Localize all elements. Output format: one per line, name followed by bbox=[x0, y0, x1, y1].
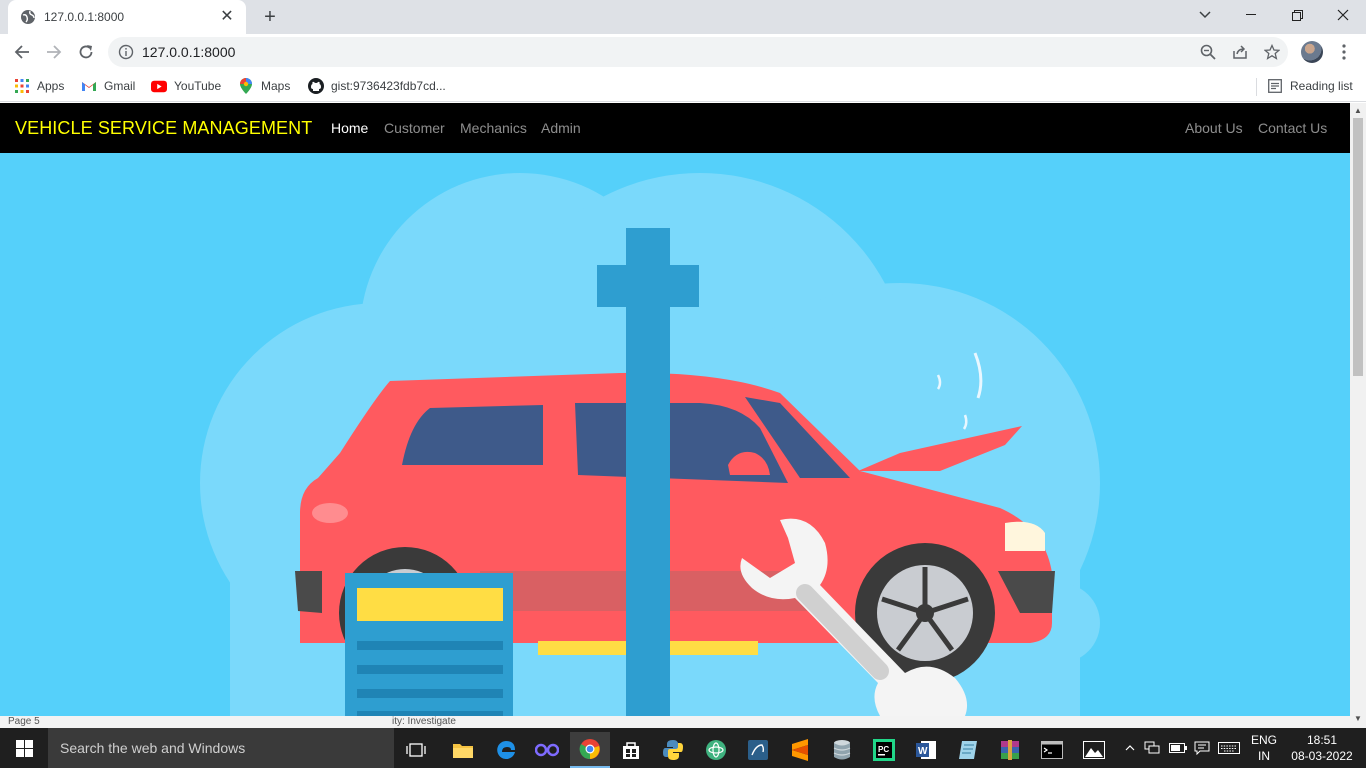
bookmark-divider bbox=[1256, 78, 1257, 96]
forward-arrow-icon bbox=[47, 45, 62, 59]
edge-icon[interactable] bbox=[486, 732, 526, 768]
minimize-button[interactable] bbox=[1228, 0, 1274, 30]
profile-avatar[interactable] bbox=[1301, 41, 1323, 63]
bookmarks-bar: Apps Gmail YouTube Maps gist:9736423fdb7… bbox=[0, 70, 1366, 102]
taskbar-clock[interactable]: 18:51 08-03-2022 bbox=[1286, 732, 1358, 764]
reload-icon bbox=[79, 45, 93, 59]
battery-icon[interactable] bbox=[1168, 728, 1188, 768]
globe-icon bbox=[21, 10, 35, 24]
taskbar-search-placeholder: Search the web and Windows bbox=[60, 740, 246, 756]
scroll-thumb[interactable] bbox=[1353, 118, 1363, 376]
bookmark-label: YouTube bbox=[174, 79, 222, 93]
apps-grid-icon bbox=[14, 78, 30, 94]
nav-customer[interactable]: Customer bbox=[384, 120, 445, 136]
reading-list-icon bbox=[1267, 78, 1283, 94]
address-bar[interactable]: 127.0.0.1:8000 bbox=[108, 37, 1288, 67]
sublime-text-icon[interactable] bbox=[780, 732, 820, 768]
svg-text:W: W bbox=[918, 746, 928, 757]
car-service-illustration bbox=[200, 173, 1100, 716]
start-button[interactable] bbox=[0, 728, 48, 768]
bookmark-label: gist:9736423fdb7cd... bbox=[331, 79, 446, 93]
scroll-down-icon[interactable]: ▼ bbox=[1354, 715, 1362, 723]
notepad-icon[interactable] bbox=[948, 732, 988, 768]
new-tab-button[interactable]: + bbox=[258, 5, 282, 29]
browser-toolbar: 127.0.0.1:8000 bbox=[0, 34, 1366, 70]
bookmark-label: Apps bbox=[37, 79, 65, 93]
winrar-icon[interactable] bbox=[990, 732, 1030, 768]
bookmark-star-icon[interactable] bbox=[1260, 40, 1284, 64]
youtube-icon bbox=[151, 78, 167, 94]
reading-list-button[interactable]: Reading list bbox=[1267, 76, 1353, 96]
bookmark-label: Maps bbox=[261, 79, 291, 93]
word-icon[interactable]: W bbox=[906, 732, 946, 768]
region-code: IN bbox=[1258, 749, 1270, 763]
restore-button[interactable] bbox=[1274, 0, 1320, 30]
forward-button[interactable] bbox=[40, 38, 68, 66]
tab-title: 127.0.0.1:8000 bbox=[44, 10, 125, 24]
pycharm-icon[interactable]: PC bbox=[864, 732, 904, 768]
bookmark-gmail[interactable]: Gmail bbox=[81, 76, 135, 96]
back-button[interactable] bbox=[8, 38, 36, 66]
bookmark-apps[interactable]: Apps bbox=[14, 76, 64, 96]
clock-date: 08-03-2022 bbox=[1291, 749, 1353, 763]
bookmark-maps[interactable]: Maps bbox=[238, 76, 290, 96]
command-prompt-icon[interactable] bbox=[1032, 732, 1072, 768]
photos-icon[interactable] bbox=[1074, 732, 1114, 768]
database-icon[interactable] bbox=[822, 732, 862, 768]
close-tab-icon[interactable]: ✕ bbox=[218, 9, 236, 25]
clock-time: 18:51 bbox=[1306, 733, 1338, 747]
keyboard-icon[interactable] bbox=[1216, 728, 1242, 768]
windows-taskbar: Search the web and Windows PC W ENG IN 1… bbox=[0, 728, 1366, 768]
network-icon[interactable] bbox=[1142, 728, 1162, 768]
web-page: VEHICLE SERVICE MANAGEMENT Home Customer… bbox=[0, 103, 1350, 716]
site-info-icon[interactable] bbox=[118, 44, 134, 60]
strip-text-left: Page 5 bbox=[8, 716, 40, 727]
background-window-strip: Page 5 ity: Investigate bbox=[0, 716, 1350, 728]
reload-button[interactable] bbox=[72, 38, 100, 66]
clipboard bbox=[345, 573, 513, 716]
python-icon[interactable] bbox=[653, 732, 693, 768]
nav-admin[interactable]: Admin bbox=[541, 120, 581, 136]
atom-app-icon[interactable] bbox=[696, 732, 736, 768]
store-icon[interactable] bbox=[611, 732, 651, 768]
bookmark-label: Gmail bbox=[104, 79, 136, 93]
windows-logo-icon bbox=[15, 739, 33, 757]
browser-menu-icon[interactable] bbox=[1334, 40, 1354, 64]
github-icon bbox=[308, 78, 324, 94]
nav-mechanics[interactable]: Mechanics bbox=[460, 120, 527, 136]
strip-text-mid: ity: Investigate bbox=[392, 716, 456, 727]
mysql-workbench-icon[interactable] bbox=[738, 732, 778, 768]
infinity-app-icon[interactable] bbox=[527, 732, 567, 768]
nav-contact-us[interactable]: Contact Us bbox=[1258, 120, 1327, 136]
file-explorer-icon[interactable] bbox=[443, 732, 483, 768]
language-indicator[interactable]: ENG IN bbox=[1244, 732, 1284, 764]
zoom-icon[interactable] bbox=[1196, 40, 1220, 64]
svg-text:PC: PC bbox=[878, 745, 889, 754]
back-arrow-icon bbox=[14, 45, 29, 59]
tab-strip: 127.0.0.1:8000 ✕ + bbox=[0, 0, 1366, 34]
taskbar-search-box[interactable]: Search the web and Windows bbox=[48, 728, 394, 768]
chrome-icon[interactable] bbox=[570, 732, 610, 768]
bookmark-gist[interactable]: gist:9736423fdb7cd... bbox=[308, 76, 446, 96]
hero-banner bbox=[0, 153, 1350, 716]
browser-tab[interactable]: 127.0.0.1:8000 ✕ bbox=[8, 0, 246, 34]
gmail-icon bbox=[81, 78, 97, 94]
tab-search-chevron-icon[interactable] bbox=[1192, 4, 1218, 26]
tray-chevron-icon[interactable] bbox=[1122, 728, 1138, 768]
site-navbar: VEHICLE SERVICE MANAGEMENT Home Customer… bbox=[0, 103, 1350, 153]
page-scrollbar[interactable]: ▲ ▼ bbox=[1350, 103, 1366, 728]
scroll-up-icon[interactable]: ▲ bbox=[1354, 107, 1362, 115]
site-brand[interactable]: VEHICLE SERVICE MANAGEMENT bbox=[15, 118, 312, 139]
close-window-button[interactable] bbox=[1320, 0, 1366, 30]
task-view-icon[interactable] bbox=[396, 732, 436, 768]
nav-home[interactable]: Home bbox=[331, 120, 368, 136]
nav-about-us[interactable]: About Us bbox=[1185, 120, 1243, 136]
share-icon[interactable] bbox=[1228, 40, 1252, 64]
language-code: ENG bbox=[1250, 733, 1277, 747]
url-text: 127.0.0.1:8000 bbox=[142, 44, 236, 60]
reading-list-label: Reading list bbox=[1290, 79, 1353, 93]
notification-icon[interactable] bbox=[1192, 728, 1212, 768]
bookmark-youtube[interactable]: YouTube bbox=[151, 76, 221, 96]
maps-icon bbox=[238, 78, 254, 94]
